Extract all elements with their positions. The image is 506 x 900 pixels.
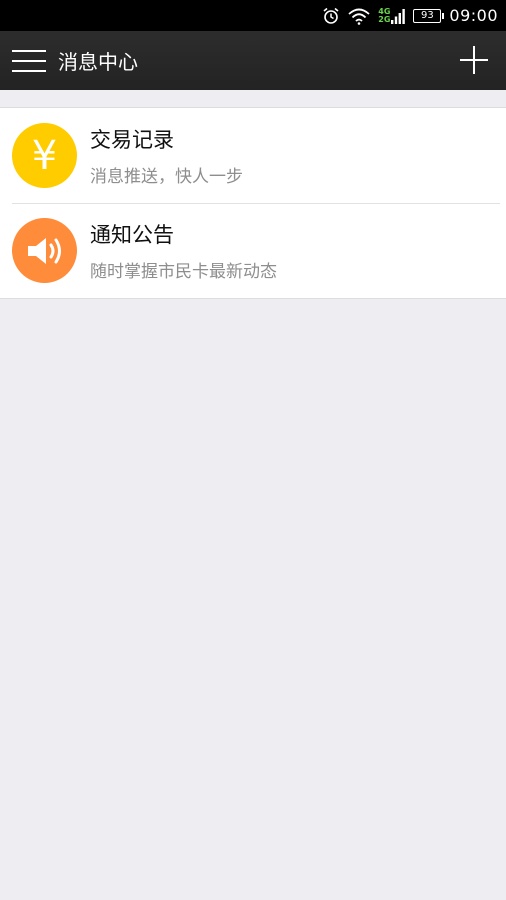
yen-icon: ¥	[12, 123, 77, 188]
add-button[interactable]	[460, 46, 488, 74]
message-list: ¥ 交易记录 消息推送，快人一步 通知公告 随时掌握市民卡最新动态	[0, 107, 506, 299]
yen-glyph: ¥	[31, 132, 58, 179]
app-bar: 消息中心	[0, 31, 506, 90]
list-item-transactions[interactable]: ¥ 交易记录 消息推送，快人一步	[0, 108, 506, 203]
hamburger-menu-icon	[12, 49, 46, 72]
battery-indicator: 93	[413, 8, 445, 23]
page-title: 消息中心	[58, 50, 138, 74]
wifi-icon	[348, 7, 370, 25]
signal-indicator: 4G 2G	[378, 7, 406, 24]
speaker-icon	[12, 218, 77, 283]
list-item-notices[interactable]: 通知公告 随时掌握市民卡最新动态	[0, 203, 506, 298]
list-item-title: 交易记录	[90, 128, 174, 152]
list-item-subtitle: 消息推送，快人一步	[90, 167, 243, 187]
list-item-subtitle: 随时掌握市民卡最新动态	[90, 262, 277, 282]
list-item-title: 通知公告	[90, 223, 174, 247]
signal-bars-icon	[391, 8, 406, 24]
menu-button[interactable]	[0, 31, 58, 90]
alarm-icon	[322, 7, 340, 25]
plus-icon	[460, 46, 488, 74]
status-time: 09:00	[449, 6, 498, 25]
network-type-bottom: 2G	[378, 14, 391, 24]
status-bar: 4G 2G 93 09:00	[0, 0, 506, 31]
